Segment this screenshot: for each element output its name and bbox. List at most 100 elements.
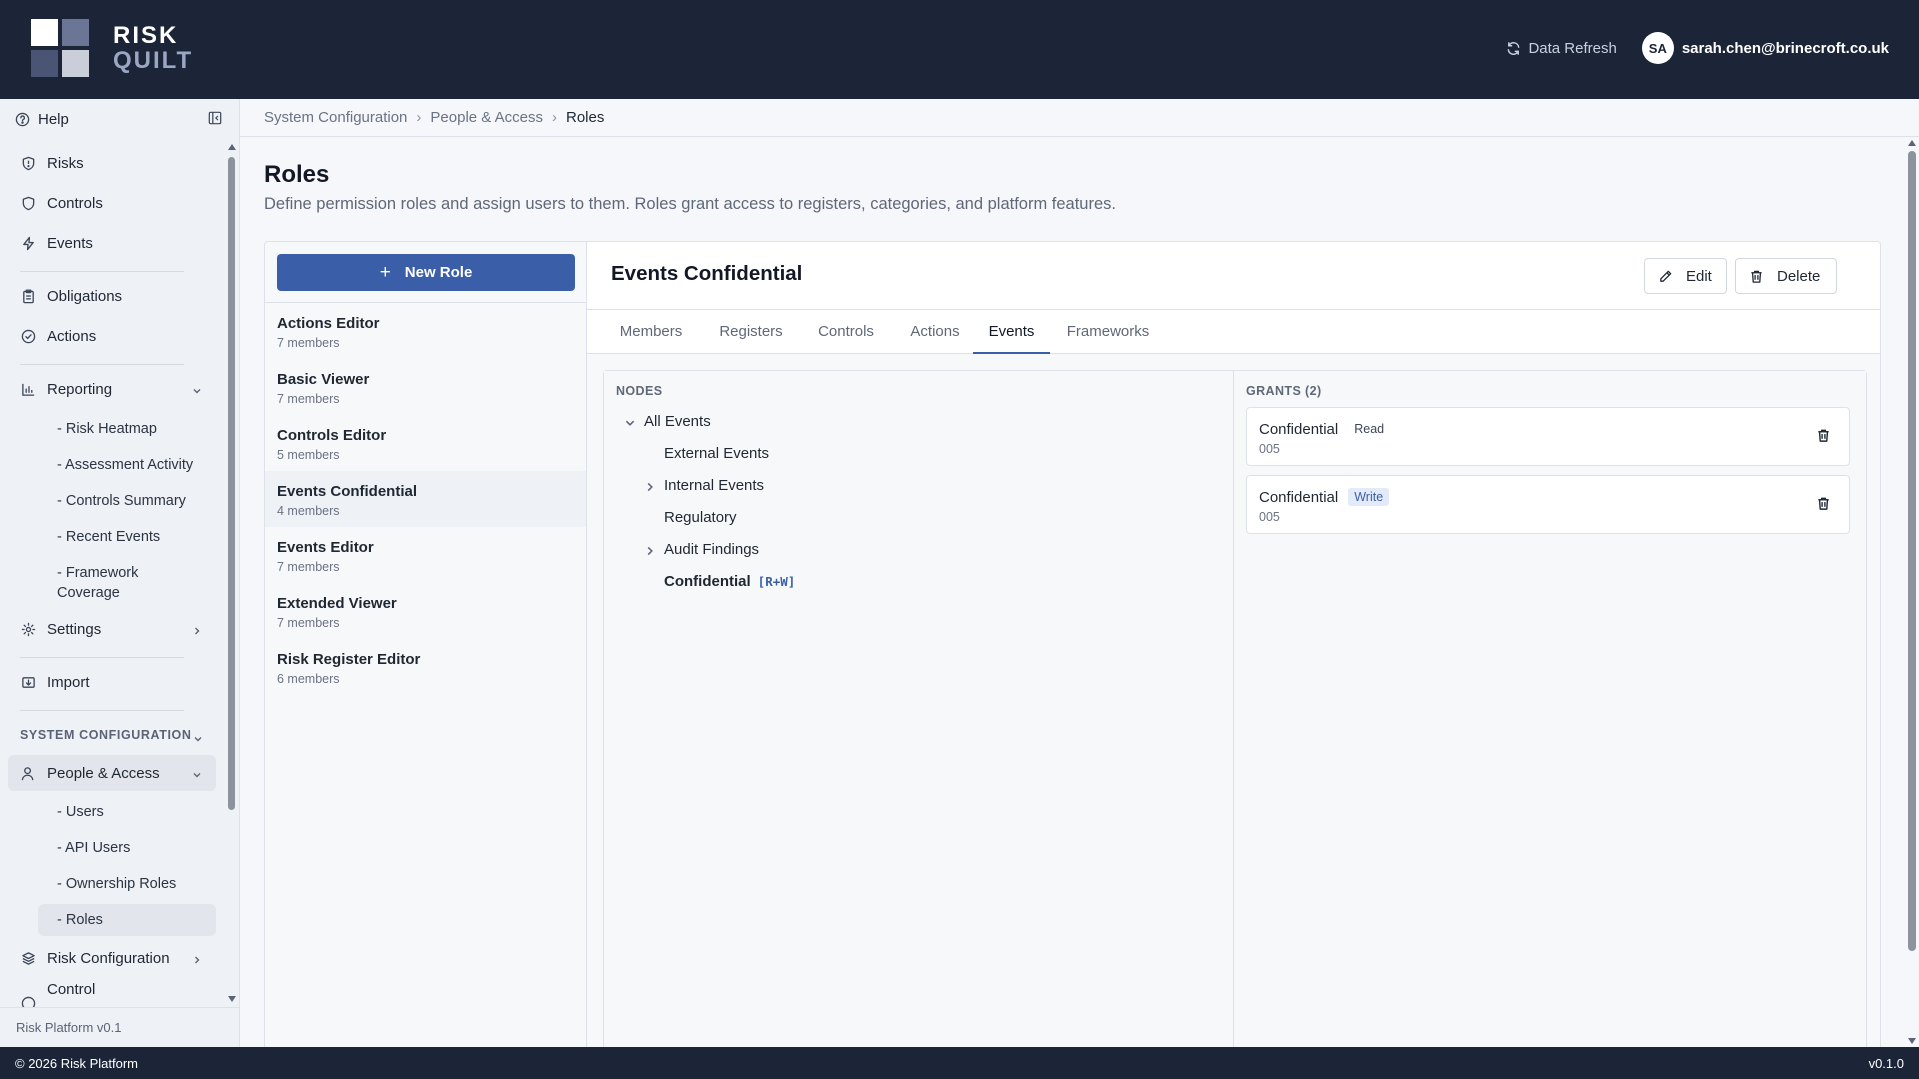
grant-card: Confidential Write 005 (1246, 475, 1850, 534)
data-refresh-button[interactable]: Data Refresh (1506, 39, 1617, 57)
sidebar-item-risk-configuration[interactable]: Risk Configuration (8, 940, 216, 976)
scroll-up-arrow-icon[interactable] (1907, 139, 1917, 147)
role-list-item[interactable]: Extended Viewer 7 members (265, 583, 586, 639)
shield-icon (22, 156, 34, 170)
sidebar-subitem-roles[interactable]: - Roles (38, 904, 216, 936)
page-subtitle: Define permission roles and assign users… (264, 195, 1116, 213)
role-list-item[interactable]: Events Editor 7 members (265, 527, 586, 583)
sidebar-scroll-thumb[interactable] (228, 157, 235, 810)
sidebar-subitem-api-users[interactable]: - API Users (38, 838, 216, 858)
chevron-right-icon[interactable] (644, 545, 656, 557)
section-chevron[interactable] (193, 731, 203, 748)
chevron-down-icon (194, 737, 202, 742)
sidebar-subitem-ownership-roles[interactable]: - Ownership Roles (38, 874, 216, 894)
role-list-item-selected[interactable]: Events Confidential 4 members (265, 471, 586, 527)
grants-column: GRANTS (2) Confidential Read 005 Confide… (1234, 371, 1866, 1047)
sidebar-subitem-risk-heatmap[interactable]: - Risk Heatmap (38, 419, 216, 439)
control-icon (21, 996, 35, 1007)
avatar[interactable]: SA (1641, 32, 1674, 64)
role-detail-header: Events Confidential Edit Delete (587, 242, 1880, 310)
sidebar-nav: Risks Controls Events Obligations Action… (0, 139, 224, 1007)
chevron-down-icon[interactable] (624, 417, 636, 429)
tab-frameworks[interactable]: Frameworks (1059, 310, 1157, 354)
sidebar-item-actions[interactable]: Actions (8, 318, 216, 354)
grant-code: 005 (1259, 510, 1280, 524)
sidebar-item-label: Risks (47, 154, 84, 172)
edit-button[interactable]: Edit (1644, 258, 1727, 294)
new-role-button[interactable]: + New Role (277, 254, 575, 291)
remove-grant-button[interactable] (1816, 496, 1831, 515)
nodes-header: NODES (616, 384, 663, 398)
data-refresh-label: Data Refresh (1528, 39, 1617, 57)
trash-icon (1751, 270, 1762, 283)
breadcrumb: System Configuration › People & Access ›… (264, 99, 604, 136)
sidebar-divider (20, 271, 184, 272)
role-list-item[interactable]: Controls Editor 5 members (265, 415, 586, 471)
scroll-up-arrow-icon[interactable] (227, 143, 237, 151)
roles-list-column: + New Role Actions Editor 7 members Basi… (265, 242, 587, 1047)
chevron-right-icon (195, 956, 200, 964)
tree-node-confidential[interactable]: Confidential [R+W] (664, 573, 795, 590)
tab-events[interactable]: Events (973, 310, 1050, 354)
main-scroll-thumb[interactable] (1908, 151, 1916, 951)
role-name: Events Editor (277, 539, 374, 556)
role-list-item[interactable]: Actions Editor 7 members (265, 303, 586, 359)
sidebar-subitem-recent-events[interactable]: - Recent Events (38, 527, 216, 547)
sidebar-item-people-access[interactable]: People & Access (8, 755, 216, 791)
sidebar-subitem-users[interactable]: - Users (38, 802, 216, 822)
sidebar-section-system-configuration[interactable]: SYSTEM CONFIGURATION (20, 728, 192, 742)
app-logo[interactable]: RISK QUILT (31, 19, 193, 77)
sidebar-subitem-assessment-activity[interactable]: - Assessment Activity (38, 455, 216, 475)
breadcrumb-people-access[interactable]: People & Access (430, 109, 543, 126)
delete-button[interactable]: Delete (1735, 258, 1837, 294)
role-list-item[interactable]: Basic Viewer 7 members (265, 359, 586, 415)
tree-node-regulatory[interactable]: Regulatory (664, 509, 737, 526)
tab-members[interactable]: Members (611, 310, 691, 354)
sidebar-item-label: Control (47, 981, 96, 998)
sidebar-item-control[interactable]: Control (8, 981, 216, 1007)
remove-grant-button[interactable] (1816, 428, 1831, 447)
tree-node-internal-events[interactable]: Internal Events (647, 477, 765, 494)
sidebar-item-label: Actions (47, 327, 97, 345)
clipboard-icon (22, 288, 34, 303)
sidebar-subitem-controls-summary[interactable]: - Controls Summary (38, 491, 216, 511)
chevron-right-icon[interactable] (644, 481, 656, 493)
sidebar-item-obligations[interactable]: Obligations (8, 278, 216, 314)
sidebar-subitem-framework-coverage[interactable]: - Framework Coverage (38, 563, 158, 603)
sidebar-item-settings[interactable]: Settings (8, 611, 216, 647)
tab-actions[interactable]: Actions (899, 310, 971, 354)
user-email[interactable]: sarah.chen@brinecroft.co.uk (1682, 40, 1889, 57)
sidebar-collapse-button[interactable] (208, 111, 222, 129)
sidebar-scrollbar[interactable] (224, 139, 239, 1007)
role-member-count: 4 members (277, 504, 340, 518)
chevron-right-icon: › (416, 109, 422, 126)
roles-panel: + New Role Actions Editor 7 members Basi… (264, 241, 1881, 1047)
tree-node-all-events[interactable]: All Events (625, 413, 711, 430)
role-member-count: 7 members (277, 392, 340, 406)
grant-name: Confidential (1259, 420, 1339, 438)
sidebar-collapse-icon (208, 111, 222, 125)
tree-node-external-events[interactable]: External Events (664, 445, 769, 462)
tab-registers[interactable]: Registers (709, 310, 793, 354)
role-list-item[interactable]: Risk Register Editor 6 members (265, 639, 586, 695)
sidebar-item-label: Import (47, 673, 90, 691)
sidebar-item-events[interactable]: Events (8, 225, 216, 261)
help-link[interactable]: Help (0, 99, 239, 139)
sidebar-item-controls[interactable]: Controls (8, 185, 216, 221)
tab-controls[interactable]: Controls (807, 310, 885, 354)
scroll-down-arrow-icon[interactable] (1907, 1037, 1917, 1045)
tree-node-audit-findings[interactable]: Audit Findings (647, 541, 759, 558)
grant-card: Confidential Read 005 (1246, 407, 1850, 466)
chevron-right-icon: › (551, 109, 557, 126)
breadcrumb-system-configuration[interactable]: System Configuration (264, 109, 407, 126)
main-scrollbar[interactable] (1905, 137, 1919, 1047)
sidebar-item-reporting[interactable]: Reporting (8, 371, 216, 407)
sidebar-item-import[interactable]: Import (8, 664, 216, 700)
logo-text-line1: RISK (113, 22, 179, 49)
role-member-count: 7 members (277, 336, 340, 350)
tree-node-label: Internal Events (664, 477, 765, 494)
scroll-down-arrow-icon[interactable] (227, 995, 237, 1003)
role-name: Extended Viewer (277, 595, 397, 612)
role-name: Risk Register Editor (277, 651, 421, 668)
sidebar-item-risks[interactable]: Risks (8, 145, 216, 181)
